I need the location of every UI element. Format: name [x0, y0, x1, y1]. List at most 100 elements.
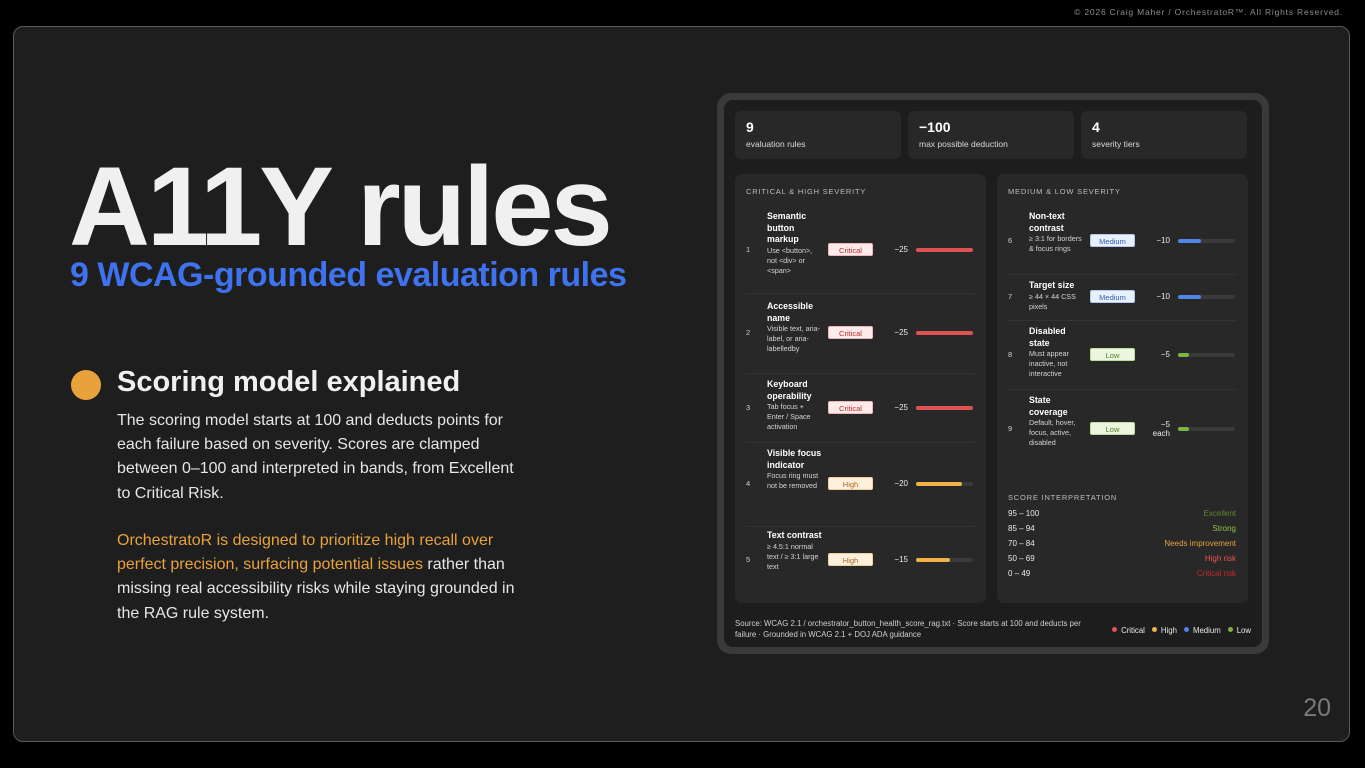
- score-band-range: 70 – 84: [1008, 539, 1035, 548]
- severity-badge: Critical: [828, 400, 873, 414]
- score-interpretation-heading: SCORE INTERPRETATION: [1008, 493, 1118, 502]
- rule-number: 5: [746, 555, 751, 564]
- rule-text: State coverage Default, hover, focus, act…: [1029, 395, 1085, 448]
- rule-title: Text contrast: [767, 530, 822, 540]
- deduction-bar-fill: [916, 482, 962, 486]
- slide-title: A11Y rules: [69, 144, 613, 269]
- section-heading: Scoring model explained: [117, 366, 461, 398]
- legend-dot-icon: [1183, 627, 1189, 633]
- deduction-bar: [916, 558, 973, 562]
- severity-badge: Critical: [828, 326, 873, 339]
- deduction-bar-fill: [1178, 426, 1190, 431]
- severity-legend: Critical High Medium Low: [1105, 626, 1251, 635]
- severity-badge: Critical: [828, 243, 873, 256]
- legend-label: Low: [1236, 626, 1251, 635]
- stat-label: evaluation rules: [746, 139, 806, 149]
- page-number: 20: [1303, 694, 1331, 722]
- rule-text: Visible focus indicator Focus ring must n…: [767, 448, 823, 491]
- copyright-notice: © 2026 Craig Maher / OrchestratoR™. All …: [1074, 7, 1343, 17]
- recall-paragraph: OrchestratoR is designed to prioritize h…: [117, 529, 527, 626]
- rule-number: 1: [746, 245, 751, 254]
- deduction-note: each: [1152, 428, 1170, 438]
- rule-text: Disabled state Must appear inactive, not …: [1029, 326, 1085, 379]
- rule-title: State coverage: [1029, 395, 1068, 417]
- legend-dot-icon: [1227, 627, 1233, 633]
- deduction-bar-fill: [916, 248, 973, 252]
- panel-heading: MEDIUM & LOW SEVERITY: [1008, 187, 1121, 196]
- deduction-bar: [916, 248, 973, 252]
- legend-item: High: [1151, 626, 1177, 635]
- deduction-bar: [916, 482, 973, 486]
- legend-label: High: [1160, 626, 1177, 635]
- rule-text: Accessible name Visible text, aria-label,…: [767, 301, 823, 354]
- deduction-value: −25: [894, 328, 908, 337]
- deduction-value: −5 each: [1152, 419, 1170, 438]
- stat-label: max possible deduction: [919, 139, 1008, 149]
- deduction-bar-fill: [1178, 352, 1190, 357]
- rule-title: Visible focus indicator: [767, 448, 822, 470]
- score-band: 0 – 49 Critical risk: [1008, 569, 1236, 584]
- rule-text: Target size ≥ 44 × 44 CSS pixels: [1029, 280, 1085, 312]
- rule-number: 6: [1008, 235, 1013, 245]
- stat-card-rules: 9 evaluation rules: [735, 111, 901, 159]
- severity-badge: High: [828, 553, 873, 566]
- rule-text: Keyboard operability Tab focus + Enter / …: [767, 379, 823, 432]
- score-band: 70 – 84 Needs improvement: [1008, 539, 1236, 554]
- stat-value: 4: [1092, 119, 1100, 135]
- rule-row: 1 Semantic button markup Use <button>, not…: [746, 207, 975, 294]
- rule-row: 5 Text contrast ≥ 4.5:1 normal text / ≥ 3:…: [746, 526, 975, 594]
- rule-description: Tab focus + Enter / Space activation: [767, 402, 811, 431]
- rule-description: Focus ring must not be removed: [767, 471, 819, 490]
- severity-badge: High: [828, 477, 873, 490]
- rule-row: 2 Accessible name Visible text, aria-label…: [746, 293, 975, 374]
- medium-low-panel: MEDIUM & LOW SEVERITY 6 Non-text contrast…: [997, 174, 1248, 603]
- deduction-bar: [1178, 426, 1235, 431]
- rule-title: Disabled state: [1029, 326, 1066, 348]
- stat-value: −100: [919, 119, 951, 135]
- deduction-value: −15: [894, 555, 908, 564]
- deduction-value: −10: [1156, 292, 1170, 301]
- legend-dot-icon: [1112, 627, 1118, 633]
- rule-row: 6 Non-text contrast ≥ 3:1 for borders & fo…: [1008, 207, 1237, 275]
- rule-number: 9: [1008, 423, 1013, 433]
- rule-row: 3 Keyboard operability Tab focus + Enter /…: [746, 373, 975, 443]
- rule-description: ≥ 4.5:1 normal text / ≥ 3:1 large text: [767, 541, 819, 571]
- stat-card-deduction: −100 max possible deduction: [908, 111, 1074, 159]
- stat-card-tiers: 4 severity tiers: [1081, 111, 1247, 159]
- rule-description: Default, hover, focus, active, disabled: [1029, 418, 1076, 447]
- rules-device-frame: 9 evaluation rules −100 max possible ded…: [717, 93, 1269, 654]
- stat-label: severity tiers: [1092, 139, 1140, 149]
- rule-title: Accessible name: [767, 301, 813, 323]
- legend-item: Critical: [1112, 626, 1145, 635]
- deduction-bar-fill: [916, 331, 973, 335]
- score-band-range: 0 – 49: [1008, 569, 1031, 578]
- rule-description: Visible text, aria-label, or aria-labell…: [767, 324, 820, 353]
- deduction-value: −5: [1160, 349, 1170, 359]
- rule-title: Target size: [1029, 280, 1075, 290]
- panel-heading: CRITICAL & HIGH SEVERITY: [746, 187, 867, 196]
- legend-label: Medium: [1192, 626, 1221, 635]
- deduction-value: −25: [894, 245, 908, 254]
- rule-row: 8 Disabled state Must appear inactive, not…: [1008, 320, 1237, 390]
- severity-badge: Low: [1090, 347, 1135, 361]
- deduction-bar-fill: [916, 405, 973, 410]
- score-band: 50 – 69 High risk: [1008, 554, 1236, 569]
- rule-text: Semantic button markup Use <button>, not …: [767, 211, 823, 276]
- slide-subtitle: 9 WCAG-grounded evaluation rules: [70, 256, 627, 294]
- rule-row: 9 State coverage Default, hover, focus, ac…: [1008, 389, 1237, 468]
- score-band-label: Needs improvement: [1164, 539, 1236, 548]
- rule-number: 3: [746, 402, 751, 412]
- legend-item: Low: [1227, 626, 1251, 635]
- rule-number: 7: [1008, 292, 1013, 301]
- scoring-paragraph: The scoring model starts at 100 and dedu…: [117, 412, 514, 502]
- critical-high-panel: CRITICAL & HIGH SEVERITY 1 Semantic butto…: [735, 174, 986, 603]
- legend-label: Critical: [1121, 626, 1145, 635]
- score-band: 85 – 94 Strong: [1008, 524, 1236, 539]
- rule-number: 2: [746, 328, 751, 337]
- severity-badge: Low: [1090, 421, 1135, 435]
- stat-value: 9: [746, 119, 754, 135]
- score-band-label: Excellent: [1203, 509, 1236, 518]
- deduction-bar: [916, 405, 973, 410]
- score-band-range: 50 – 69: [1008, 554, 1035, 563]
- deduction-value: −10: [1156, 235, 1170, 245]
